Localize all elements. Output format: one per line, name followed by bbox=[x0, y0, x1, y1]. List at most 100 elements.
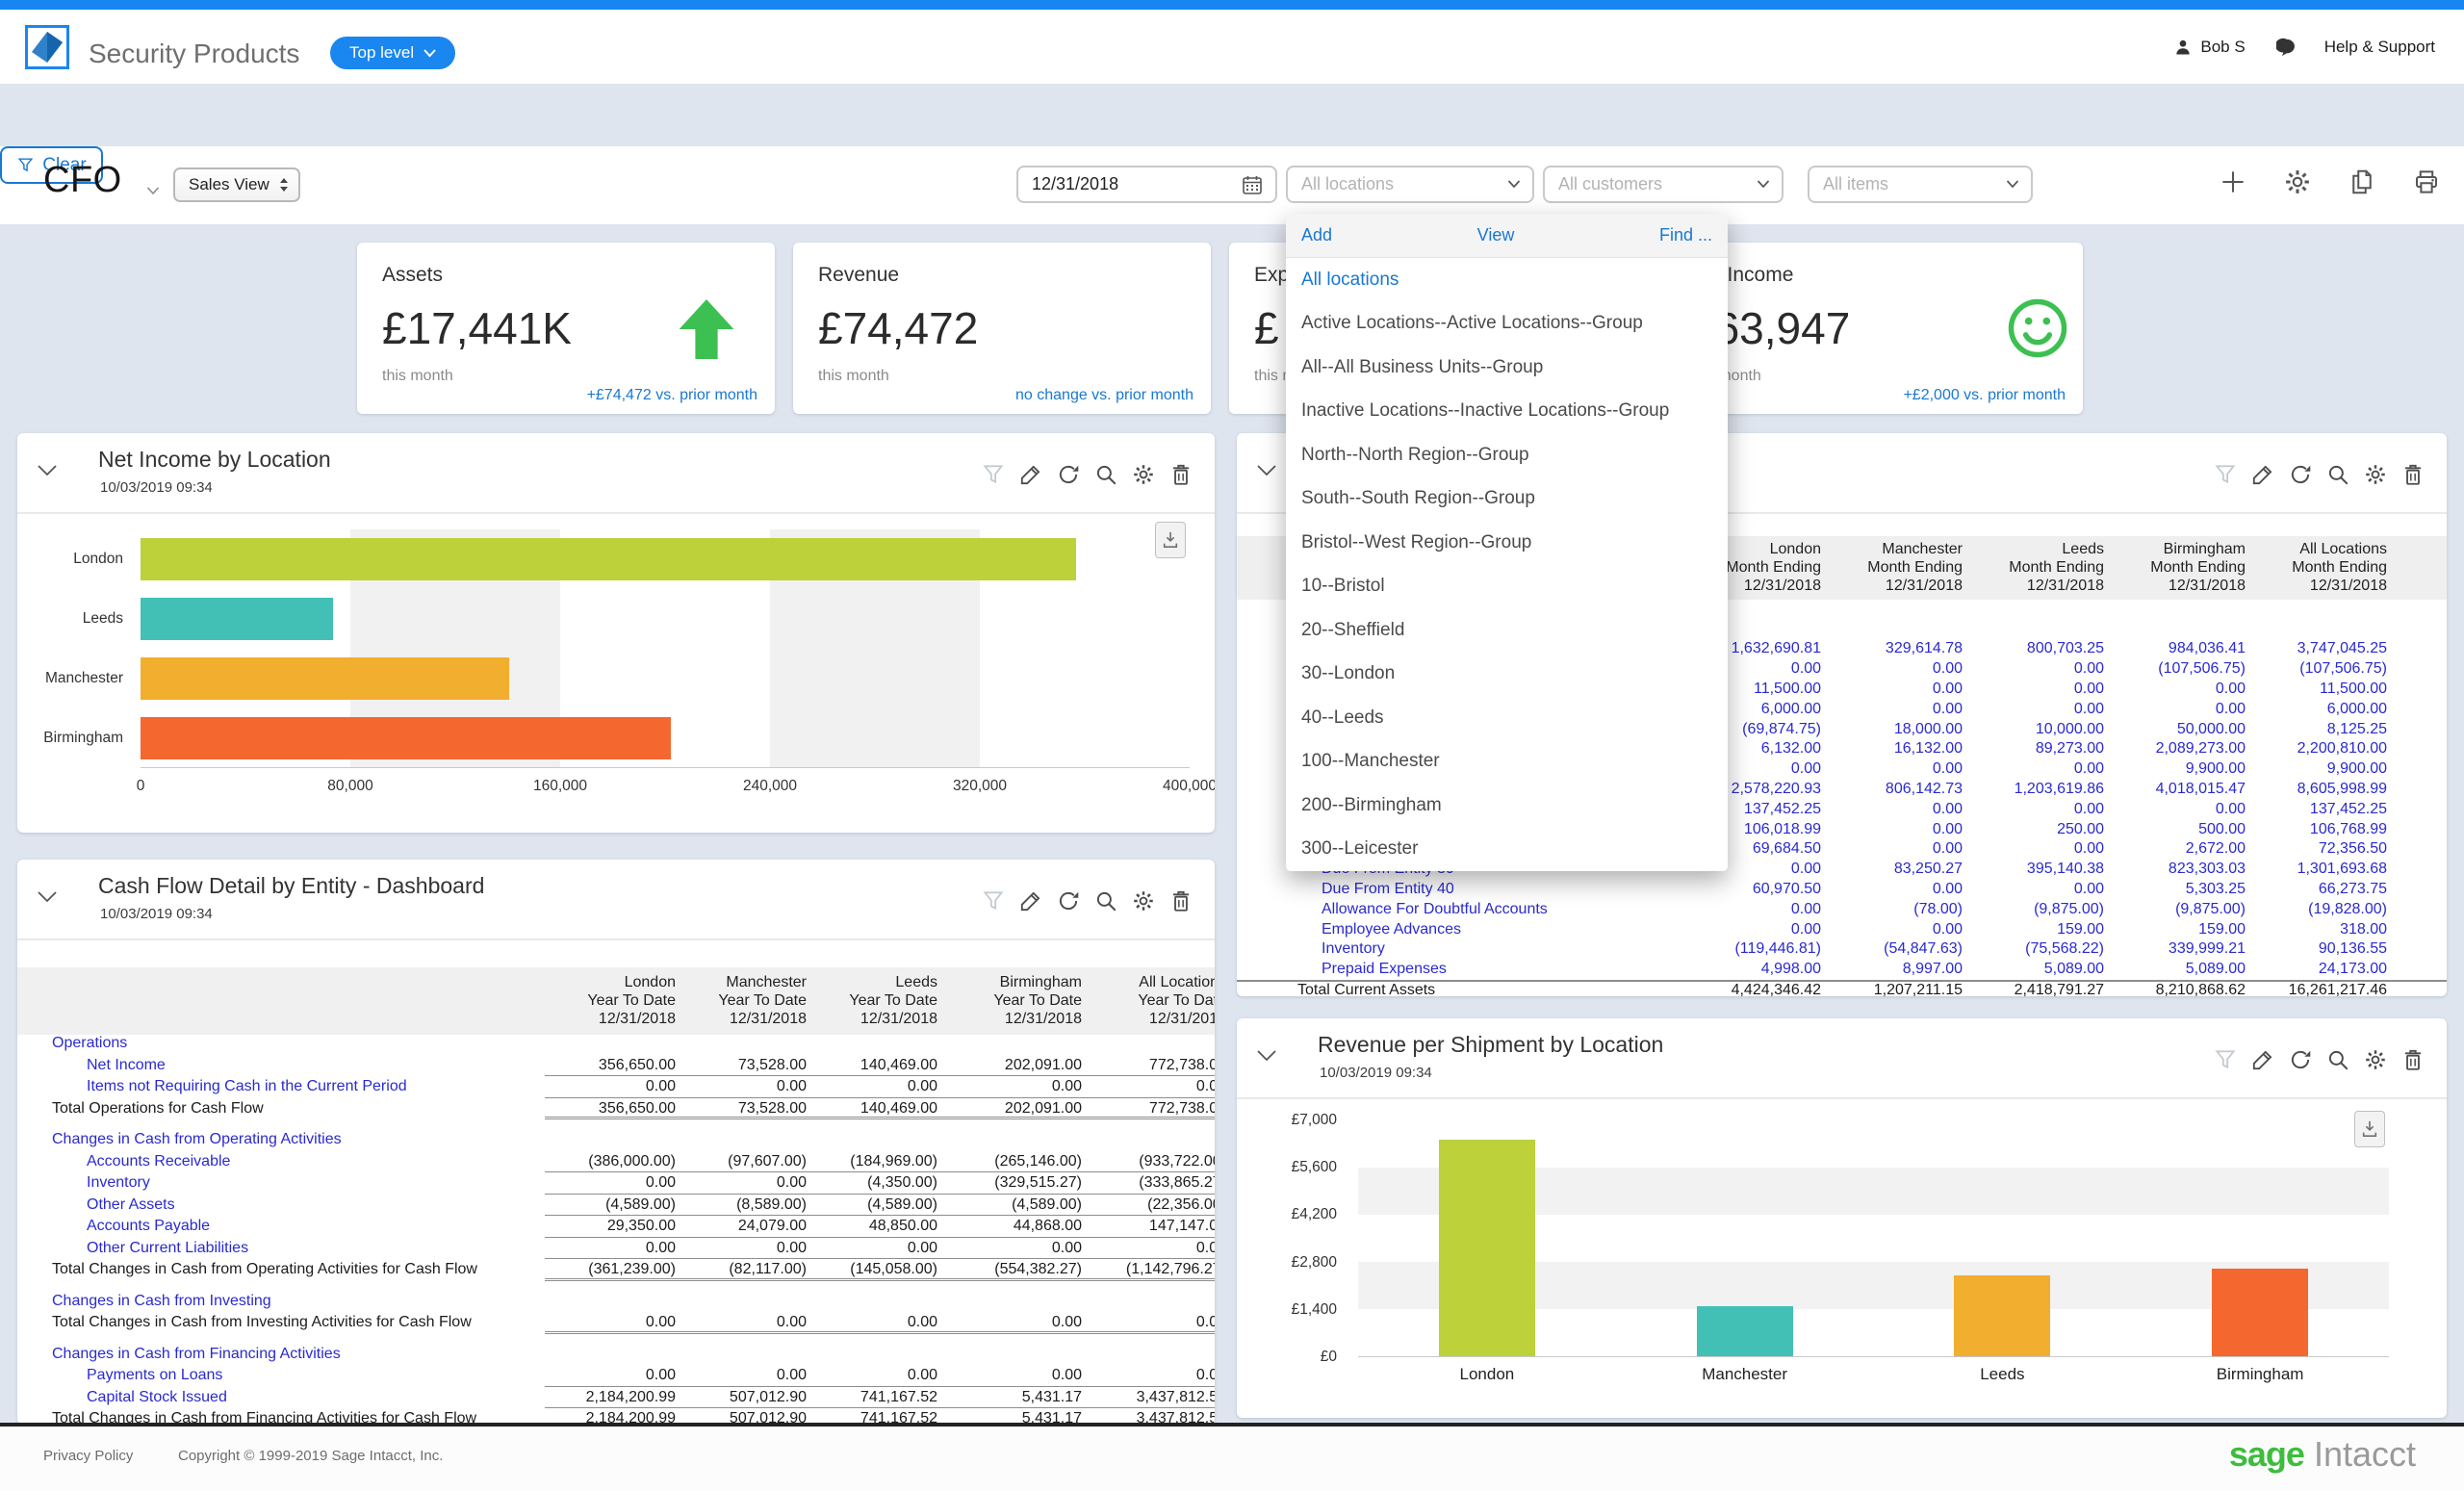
help-support-link[interactable]: Help & Support bbox=[2324, 38, 2435, 57]
dashboard-view-select[interactable]: Sales View bbox=[173, 167, 300, 202]
balance-row-link[interactable]: Employee Advances bbox=[1237, 921, 1680, 938]
settings-gear-icon[interactable] bbox=[1131, 888, 1156, 913]
balance-cell[interactable]: 0.00 bbox=[1680, 921, 1821, 938]
kpi-card-revenue[interactable]: Revenue £74,472 this month no change vs.… bbox=[793, 243, 1211, 414]
balance-cell[interactable]: 806,142.73 bbox=[1821, 781, 1963, 798]
balance-cell[interactable]: 72,356.50 bbox=[2246, 840, 2387, 858]
balance-cell[interactable]: 0.00 bbox=[1821, 881, 1963, 898]
balance-cell[interactable]: 0.00 bbox=[1963, 660, 2104, 678]
balance-cell[interactable]: 8,125.25 bbox=[2246, 721, 2387, 738]
customer-filter-select[interactable]: All customers bbox=[1543, 166, 1784, 203]
balance-row-link[interactable]: Inventory bbox=[1237, 940, 1680, 958]
user-menu[interactable]: Bob S bbox=[2173, 38, 2245, 57]
balance-row-link[interactable]: Allowance For Doubtful Accounts bbox=[1237, 901, 1680, 918]
cash-flow-row-link[interactable]: Net Income bbox=[17, 1057, 545, 1074]
settings-gear-icon[interactable] bbox=[2363, 462, 2388, 487]
balance-cell[interactable]: 0.00 bbox=[1963, 681, 2104, 698]
cash-flow-row-link[interactable]: Other Assets bbox=[17, 1196, 545, 1214]
dropdown-add-link[interactable]: Add bbox=[1301, 225, 1332, 245]
balance-cell[interactable]: 1,203,619.86 bbox=[1963, 781, 2104, 798]
balance-cell[interactable]: 0.00 bbox=[1821, 821, 1963, 838]
bar-birmingham[interactable] bbox=[141, 717, 671, 759]
balance-cell[interactable]: (9,875.00) bbox=[2104, 901, 2246, 918]
edit-pencil-icon[interactable] bbox=[1018, 462, 1043, 487]
balance-cell[interactable]: 0.00 bbox=[1821, 701, 1963, 718]
balance-cell[interactable]: 500.00 bbox=[2104, 821, 2246, 838]
balance-cell[interactable]: 159.00 bbox=[1963, 921, 2104, 938]
balance-cell[interactable]: 800,703.25 bbox=[1963, 640, 2104, 657]
privacy-policy-link[interactable]: Privacy Policy bbox=[43, 1448, 133, 1464]
filter-funnel-icon[interactable] bbox=[2213, 1047, 2238, 1072]
balance-cell[interactable]: 9,900.00 bbox=[2104, 760, 2246, 778]
bar-leeds[interactable] bbox=[141, 598, 333, 640]
chart-download-button[interactable] bbox=[2354, 1111, 2385, 1147]
delete-trash-icon[interactable] bbox=[2400, 1047, 2426, 1072]
location-option[interactable]: Bristol--West Region--Group bbox=[1286, 521, 1728, 565]
balance-cell[interactable]: 0.00 bbox=[1963, 881, 2104, 898]
balance-cell[interactable]: 329,614.78 bbox=[1821, 640, 1963, 657]
edit-pencil-icon[interactable] bbox=[1018, 888, 1043, 913]
edit-pencil-icon[interactable] bbox=[2250, 462, 2275, 487]
balance-cell[interactable]: 984,036.41 bbox=[2104, 640, 2246, 657]
location-option[interactable]: All locations bbox=[1286, 258, 1728, 302]
balance-cell[interactable]: 8,605,998.99 bbox=[2246, 781, 2387, 798]
balance-cell[interactable]: 89,273.00 bbox=[1963, 740, 2104, 758]
delete-trash-icon[interactable] bbox=[2400, 462, 2426, 487]
balance-cell[interactable]: 159.00 bbox=[2104, 921, 2246, 938]
balance-cell[interactable]: 0.00 bbox=[1680, 901, 1821, 918]
filter-funnel-icon[interactable] bbox=[981, 888, 1006, 913]
refresh-icon[interactable] bbox=[1056, 888, 1081, 913]
location-option[interactable]: 100--Manchester bbox=[1286, 740, 1728, 784]
balance-cell[interactable]: 0.00 bbox=[2104, 681, 2246, 698]
location-option[interactable]: Inactive Locations--Inactive Locations--… bbox=[1286, 390, 1728, 434]
dropdown-find-link[interactable]: Find ... bbox=[1659, 225, 1712, 245]
kpi-card-net-income[interactable]: Net Income £63,947 this month +£2,000 vs… bbox=[1665, 243, 2083, 414]
balance-cell[interactable]: 0.00 bbox=[1821, 801, 1963, 818]
delete-trash-icon[interactable] bbox=[1168, 462, 1194, 487]
location-option[interactable]: All--All Business Units--Group bbox=[1286, 346, 1728, 390]
balance-cell[interactable]: 2,200,810.00 bbox=[2246, 740, 2387, 758]
balance-cell[interactable]: 318.00 bbox=[2246, 921, 2387, 938]
zoom-search-icon[interactable] bbox=[2325, 1047, 2350, 1072]
balance-cell[interactable]: 339,999.21 bbox=[2104, 940, 2246, 958]
cash-flow-row-link[interactable]: Accounts Payable bbox=[17, 1218, 545, 1235]
balance-cell[interactable]: 1,301,693.68 bbox=[2246, 861, 2387, 878]
location-option[interactable]: South--South Region--Group bbox=[1286, 477, 1728, 522]
cash-flow-row-link[interactable]: Items not Requiring Cash in the Current … bbox=[17, 1078, 545, 1095]
zoom-search-icon[interactable] bbox=[1093, 888, 1118, 913]
location-option[interactable]: 20--Sheffield bbox=[1286, 608, 1728, 653]
balance-cell[interactable]: 106,768.99 bbox=[2246, 821, 2387, 838]
settings-gear-icon[interactable] bbox=[2283, 167, 2312, 196]
chat-button[interactable] bbox=[2276, 38, 2297, 57]
dropdown-view-link[interactable]: View bbox=[1477, 225, 1515, 245]
bar-manchester[interactable] bbox=[141, 657, 509, 700]
location-filter-select[interactable]: All locations bbox=[1286, 166, 1534, 203]
bar-birmingham[interactable] bbox=[2212, 1269, 2308, 1356]
balance-cell[interactable]: 0.00 bbox=[1963, 701, 2104, 718]
balance-cell[interactable]: 0.00 bbox=[1963, 760, 2104, 778]
balance-cell[interactable]: (119,446.81) bbox=[1680, 940, 1821, 958]
balance-cell[interactable]: (9,875.00) bbox=[1963, 901, 2104, 918]
bar-leeds[interactable] bbox=[1954, 1275, 2050, 1356]
chart-download-button[interactable] bbox=[1155, 522, 1186, 558]
balance-cell[interactable]: 2,089,273.00 bbox=[2104, 740, 2246, 758]
date-filter-input[interactable]: 12/31/2018 bbox=[1016, 166, 1277, 203]
item-filter-select[interactable]: All items bbox=[1808, 166, 2033, 203]
collapse-chevron-icon[interactable] bbox=[1256, 464, 1277, 481]
location-option[interactable]: 300--Leicester bbox=[1286, 828, 1728, 872]
balance-cell[interactable]: 0.00 bbox=[1963, 840, 2104, 858]
balance-cell[interactable]: (107,506.75) bbox=[2104, 660, 2246, 678]
add-component-icon[interactable] bbox=[2219, 167, 2247, 196]
balance-cell[interactable]: 8,997.00 bbox=[1821, 961, 1963, 978]
location-option[interactable]: 10--Bristol bbox=[1286, 565, 1728, 609]
print-icon[interactable] bbox=[2412, 167, 2441, 196]
balance-cell[interactable]: 24,173.00 bbox=[2246, 961, 2387, 978]
balance-cell[interactable]: 60,970.50 bbox=[1680, 881, 1821, 898]
cash-flow-row-link[interactable]: Capital Stock Issued bbox=[17, 1389, 545, 1406]
balance-cell[interactable]: (19,828.00) bbox=[2246, 901, 2387, 918]
balance-cell[interactable]: (54,847.63) bbox=[1821, 940, 1963, 958]
balance-cell[interactable]: 50,000.00 bbox=[2104, 721, 2246, 738]
filter-funnel-icon[interactable] bbox=[981, 462, 1006, 487]
cash-flow-row-link[interactable]: Changes in Cash from Financing Activitie… bbox=[17, 1346, 545, 1363]
balance-cell[interactable]: 5,089.00 bbox=[1963, 961, 2104, 978]
